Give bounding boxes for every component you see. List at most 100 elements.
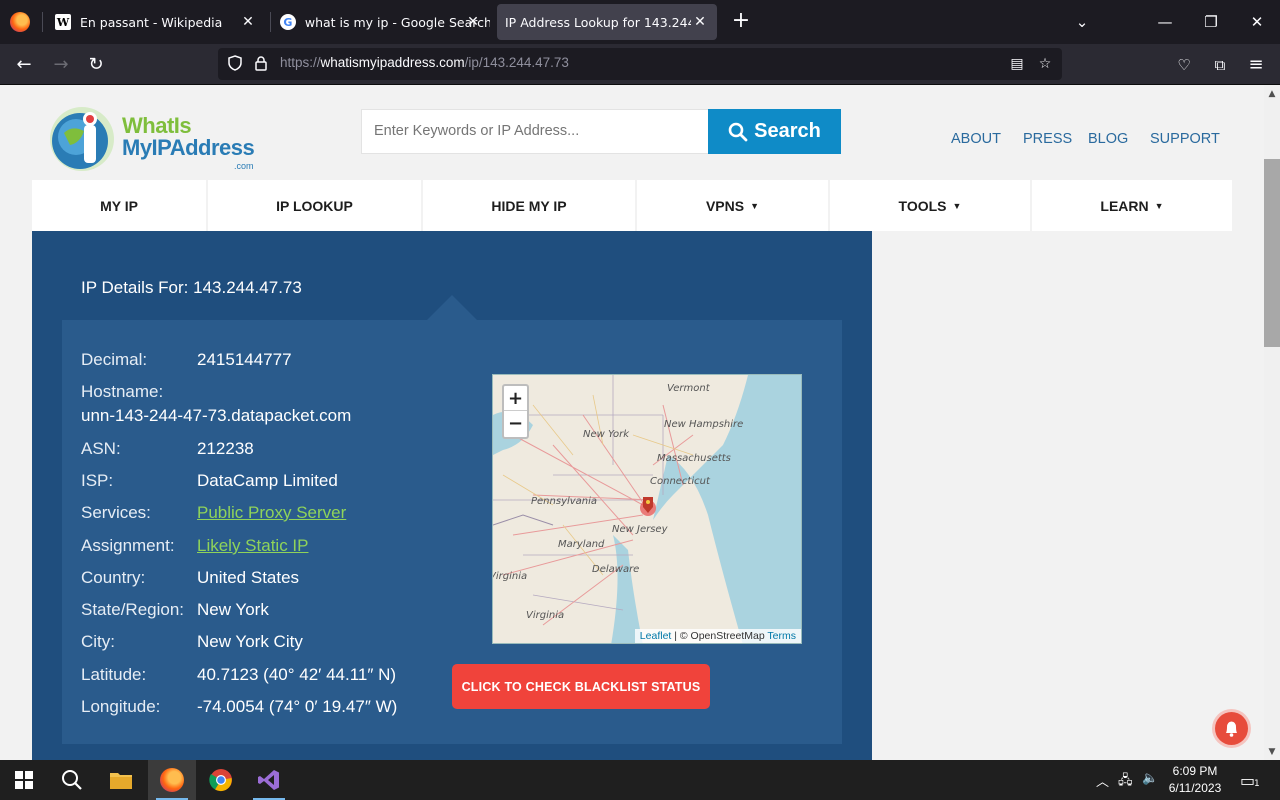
search-icon[interactable]: [48, 760, 96, 800]
field-label: City:: [81, 632, 115, 651]
network-icon[interactable]: 🖧: [1118, 771, 1133, 793]
field-label: Latitude:: [81, 665, 147, 684]
location-map[interactable]: Vermont New York New Hampshire Massachus…: [492, 374, 802, 644]
browser-toolbar: ← → ↻ https://whatismyipaddress.com/ip/1…: [0, 44, 1280, 85]
back-icon[interactable]: ←: [11, 52, 37, 78]
url-path: /ip/143.244.47.73: [464, 55, 569, 70]
latitude-value: 40.7123 (40° 42′ 44.11″ N): [197, 665, 397, 684]
nav-tools[interactable]: TOOLS ▼: [830, 180, 1032, 231]
chrome-icon[interactable]: [197, 760, 245, 800]
web-page: WhatIs MyIPAddress .com Enter Keywords o…: [0, 85, 1264, 760]
zoom-in-button[interactable]: +: [504, 386, 527, 411]
ip-details-card: Decimal: 2415144777 Hostname: unn-143-244…: [62, 320, 842, 744]
main-nav: MY IP IP LOOKUP HIDE MY IP VPNS ▼ TOOLS ▼ …: [32, 180, 1232, 231]
nav-my-ip[interactable]: MY IP: [32, 180, 208, 231]
asn-value: 212238: [197, 439, 254, 458]
new-tab-icon[interactable]: +: [729, 10, 753, 34]
services-link[interactable]: Public Proxy Server: [197, 503, 346, 522]
list-all-tabs-icon[interactable]: ⌄: [1070, 10, 1094, 34]
isp-value: DataCamp Limited: [197, 471, 338, 490]
logo-com: .com: [234, 161, 254, 171]
country-row: Country: United States: [81, 568, 299, 588]
assignment-link[interactable]: Likely Static IP: [197, 536, 309, 555]
leaflet-link[interactable]: Leaflet: [640, 630, 672, 642]
panel-notch: [426, 295, 478, 321]
asn-row: ASN: 212238: [81, 439, 254, 459]
notification-bell-icon[interactable]: [1215, 712, 1248, 745]
about-link[interactable]: ABOUT: [951, 131, 1001, 147]
pocket-icon[interactable]: ♡: [1171, 52, 1197, 78]
close-window-icon[interactable]: ✕: [1245, 10, 1269, 34]
close-tab-icon[interactable]: ✕: [691, 13, 709, 31]
scroll-up-icon[interactable]: ▲: [1264, 86, 1280, 102]
search-input[interactable]: Enter Keywords or IP Address...: [361, 109, 709, 154]
nav-label: IP LOOKUP: [276, 197, 353, 214]
site-logo[interactable]: WhatIs MyIPAddress .com: [46, 103, 256, 175]
support-link[interactable]: SUPPORT: [1150, 131, 1220, 147]
show-hidden-icons-icon[interactable]: ︿: [1096, 771, 1109, 790]
map-label: New Hampshire: [664, 419, 744, 430]
tab-google-search[interactable]: G what is my ip - Google Search ✕: [280, 0, 490, 44]
notification-count: 1: [1254, 779, 1260, 789]
close-tab-icon[interactable]: ✕: [239, 13, 257, 31]
windows-taskbar: ︿ 🖧 🔈 6:09 PM 6/11/2023 ▭ 1: [0, 760, 1280, 800]
app-menu-icon[interactable]: ≡: [1243, 52, 1269, 78]
notification-center-icon[interactable]: ▭: [1240, 771, 1255, 790]
nav-learn[interactable]: LEARN ▼: [1032, 180, 1232, 231]
firefox-menu-icon[interactable]: [10, 12, 30, 32]
bookmark-star-icon[interactable]: ☆: [1036, 55, 1054, 73]
file-explorer-icon[interactable]: [97, 760, 145, 800]
city-value: New York City: [197, 632, 303, 651]
nav-hide-my-ip[interactable]: HIDE MY IP: [423, 180, 637, 231]
lock-icon[interactable]: [252, 55, 270, 73]
map-label: Vermont: [667, 383, 710, 394]
tab-wikipedia[interactable]: W En passant - Wikipedia ✕: [55, 0, 265, 44]
decimal-value: 2415144777: [197, 350, 292, 369]
latitude-row: Latitude: 40.7123 (40° 42′ 44.11″ N): [81, 665, 396, 685]
firefox-taskbar-icon[interactable]: [148, 760, 196, 800]
url-text[interactable]: https://whatismyipaddress.com/ip/143.244…: [280, 55, 569, 70]
tab-separator: [270, 12, 271, 32]
volume-muted-icon[interactable]: 🔈: [1142, 771, 1158, 786]
assignment-row: Assignment: Likely Static IP: [81, 536, 309, 556]
visual-studio-icon[interactable]: [245, 760, 293, 800]
shield-icon[interactable]: [226, 55, 244, 73]
tab-separator: [42, 12, 43, 32]
terms-link[interactable]: Terms: [767, 630, 796, 642]
field-label: ISP:: [81, 471, 114, 490]
scrollbar-thumb[interactable]: [1264, 159, 1280, 347]
restore-icon[interactable]: ❐: [1199, 10, 1223, 34]
nav-label: TOOLS: [898, 197, 947, 214]
ip-details-title: IP Details For: 143.244.47.73: [81, 278, 302, 297]
nav-vpns[interactable]: VPNS ▼: [637, 180, 830, 231]
blacklist-check-button[interactable]: CLICK TO CHECK BLACKLIST STATUS: [452, 664, 710, 709]
search-button-label: Search: [754, 120, 821, 142]
search-button[interactable]: Search: [708, 109, 841, 154]
zoom-out-button[interactable]: −: [504, 411, 527, 436]
close-tab-icon[interactable]: ✕: [464, 13, 482, 31]
start-button-icon[interactable]: [0, 760, 48, 800]
scroll-down-icon[interactable]: ▼: [1264, 744, 1280, 760]
services-row: Services: Public Proxy Server: [81, 503, 346, 523]
blog-link[interactable]: BLOG: [1088, 131, 1128, 147]
tab-title: En passant - Wikipedia: [80, 14, 223, 30]
press-link[interactable]: PRESS: [1023, 131, 1072, 147]
state-value: New York: [197, 600, 269, 619]
tab-ip-lookup[interactable]: IP Address Lookup for 143.244.47.73 ✕: [497, 4, 717, 40]
address-bar[interactable]: https://whatismyipaddress.com/ip/143.244…: [218, 48, 1062, 80]
caret-down-icon: ▼: [1154, 200, 1164, 211]
field-label: Decimal:: [81, 350, 148, 369]
system-clock[interactable]: 6:09 PM 6/11/2023: [1160, 763, 1230, 797]
extensions-icon[interactable]: ⧉: [1207, 52, 1233, 78]
reload-icon[interactable]: ↻: [83, 52, 109, 78]
nav-ip-lookup[interactable]: IP LOOKUP: [208, 180, 423, 231]
field-label: Assignment:: [81, 536, 175, 555]
nav-label: VPNS: [705, 197, 745, 214]
minimize-icon[interactable]: —: [1153, 10, 1177, 34]
longitude-value: -74.0054 (74° 0′ 19.47″ W): [197, 697, 398, 716]
logo-line2: MyIPAddress: [122, 135, 255, 160]
forward-icon[interactable]: →: [48, 52, 74, 78]
hostname-row: Hostname:: [81, 382, 197, 402]
reader-view-icon[interactable]: ▤: [1008, 55, 1026, 73]
browser-tab-bar: W En passant - Wikipedia ✕ G what is my …: [0, 0, 1280, 44]
